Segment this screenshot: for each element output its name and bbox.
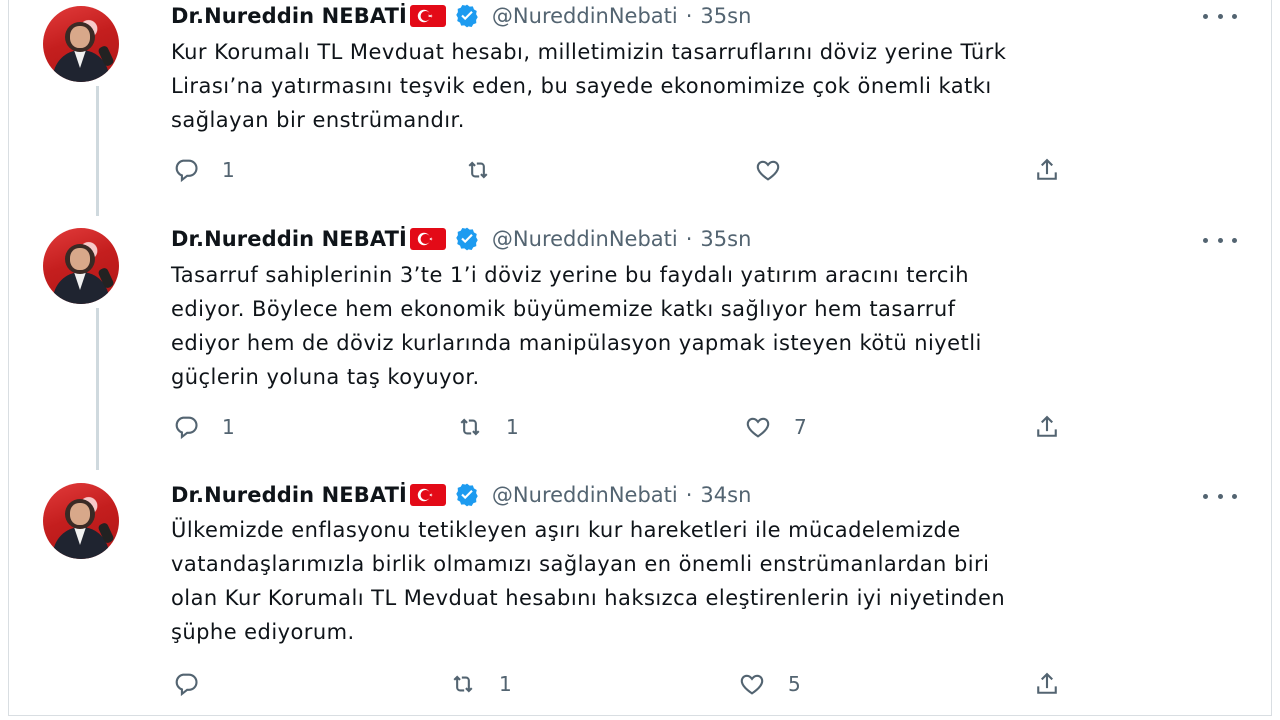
like-button[interactable]: 5 [738, 667, 801, 701]
tweet-actions: 1 1 7 [9, 410, 1273, 444]
share-button[interactable] [1033, 410, 1061, 444]
tweet-text-line: Lirası’na yatırmasını teşvik eden, bu sa… [171, 74, 992, 98]
retweet-icon [468, 161, 488, 179]
reply-icon [175, 416, 198, 440]
author-handle[interactable]: @NureddinNebati [492, 4, 678, 28]
turkey-flag-icon [409, 5, 446, 27]
avatar[interactable] [43, 6, 119, 82]
timestamp[interactable]: 34sn [700, 483, 751, 507]
share-icon [1037, 415, 1057, 437]
tweet-text-line: Kur Korumalı TL Mevduat hesabı, milletim… [171, 40, 1007, 64]
author-handle[interactable]: @NureddinNebati [492, 227, 678, 251]
tweet-actions: 1 [9, 153, 1273, 187]
more-options-icon[interactable] [1203, 486, 1237, 506]
retweet-count: 1 [499, 672, 512, 696]
tweet-header: Dr.Nureddin NEBATİ @NureddinNebati · 35s… [171, 2, 751, 30]
tweet-text-line: şüphe ediyorum. [171, 620, 355, 644]
more-options-icon[interactable] [1203, 6, 1237, 26]
retweet-button[interactable] [464, 153, 514, 187]
turkey-flag-icon [409, 228, 446, 250]
timestamp[interactable]: 35sn [700, 4, 751, 28]
timestamp[interactable]: 35sn [700, 227, 751, 251]
tweet-text-line: ediyor. Böylece hem ekonomik büyümemize … [171, 297, 956, 321]
author-name[interactable]: Dr.Nureddin NEBATİ [171, 4, 407, 28]
thread-connector [96, 86, 99, 216]
retweet-icon [460, 418, 480, 436]
tweet-text: Kur Korumalı TL Mevduat hesabı, milletim… [171, 35, 1251, 137]
verified-badge-icon [454, 482, 480, 508]
reply-count: 1 [222, 415, 235, 439]
tweet-text-line: ediyor hem de döviz kurlarında manipülas… [171, 331, 982, 355]
share-button[interactable] [1033, 153, 1061, 187]
like-icon [756, 160, 780, 181]
tweet-text: Ülkemizde enflasyonu tetikleyen aşırı ku… [171, 513, 1251, 649]
tweet-text-line: sağlayan bir enstrümandır. [171, 108, 465, 132]
tweet-actions: 1 5 [9, 667, 1273, 701]
tweet-text-line: vatandaşlarımızla birlik olmamızı sağlay… [171, 552, 990, 576]
tweet-header: Dr.Nureddin NEBATİ @NureddinNebati · 34s… [171, 481, 751, 509]
reply-count: 1 [222, 158, 235, 182]
verified-badge-icon [454, 226, 480, 252]
tweet-text-line: güçlerin yoluna taş koyuyor. [171, 365, 480, 389]
tweet-text-line: Ülkemizde enflasyonu tetikleyen aşırı ku… [171, 518, 961, 542]
avatar[interactable] [43, 228, 119, 304]
like-button[interactable] [754, 153, 804, 187]
reply-button[interactable]: 1 [172, 410, 235, 444]
separator: · [685, 227, 693, 251]
tweet-text: Tasarruf sahiplerinin 3’te 1’i döviz yer… [171, 258, 1251, 394]
like-icon [740, 674, 764, 695]
retweet-button[interactable]: 1 [456, 410, 519, 444]
tweet-header: Dr.Nureddin NEBATİ @NureddinNebati · 35s… [171, 225, 751, 253]
retweet-icon [453, 675, 473, 693]
avatar[interactable] [43, 483, 119, 559]
author-name[interactable]: Dr.Nureddin NEBATİ [171, 483, 407, 507]
tweet-text-line: Tasarruf sahiplerinin 3’te 1’i döviz yer… [171, 263, 969, 287]
more-options-icon[interactable] [1203, 230, 1237, 250]
like-button[interactable]: 7 [744, 410, 807, 444]
reply-icon [175, 673, 198, 697]
share-button[interactable] [1033, 667, 1061, 701]
timeline-thread: Dr.Nureddin NEBATİ @NureddinNebati · 35s… [8, 0, 1272, 716]
like-icon [746, 417, 770, 438]
retweet-count: 1 [506, 415, 519, 439]
separator: · [685, 483, 693, 507]
tweet-text-line: olan Kur Korumalı TL Mevduat hesabını ha… [171, 586, 1006, 610]
turkey-flag-icon [409, 484, 446, 506]
share-icon [1037, 672, 1057, 694]
thread-connector [96, 308, 99, 470]
reply-icon [175, 159, 198, 183]
author-handle[interactable]: @NureddinNebati [492, 483, 678, 507]
separator: · [685, 4, 693, 28]
like-count: 5 [788, 672, 801, 696]
reply-button[interactable] [172, 667, 222, 701]
verified-badge-icon [454, 3, 480, 29]
author-name[interactable]: Dr.Nureddin NEBATİ [171, 227, 407, 251]
share-icon [1037, 158, 1057, 180]
like-count: 7 [794, 415, 807, 439]
reply-button[interactable]: 1 [172, 153, 235, 187]
retweet-button[interactable]: 1 [449, 667, 512, 701]
